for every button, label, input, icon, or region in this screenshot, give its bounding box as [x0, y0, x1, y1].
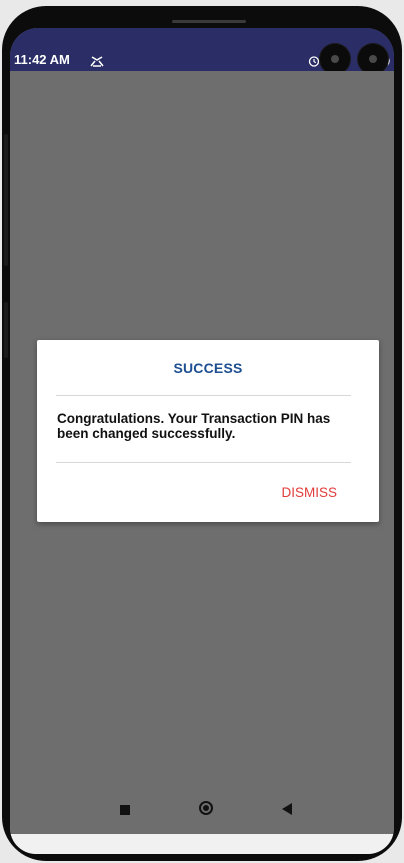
- front-camera-icon: [320, 44, 350, 74]
- alarm-icon: [308, 54, 320, 67]
- navigation-bar: [10, 788, 394, 834]
- status-time: 11:42 AM: [14, 52, 70, 67]
- volume-button: [4, 134, 8, 266]
- dialog-divider: [56, 395, 351, 396]
- phone-frame: 11:42 AM SUCCESS Congratulations. Your T…: [2, 6, 402, 861]
- recent-apps-icon[interactable]: [120, 805, 130, 815]
- dialog-message: Congratulations. Your Transaction PIN ha…: [57, 411, 331, 441]
- camera-cutout: [320, 44, 390, 74]
- dialog-divider: [56, 462, 351, 463]
- bottom-bezel-strip: [10, 834, 394, 854]
- success-dialog: SUCCESS Congratulations. Your Transactio…: [37, 340, 379, 522]
- notification-icon: [90, 54, 104, 67]
- power-button: [4, 302, 8, 358]
- dismiss-button[interactable]: DISMISS: [281, 485, 337, 500]
- device-screen: 11:42 AM SUCCESS Congratulations. Your T…: [10, 28, 394, 854]
- earpiece-speaker: [172, 20, 246, 23]
- back-icon[interactable]: [282, 803, 292, 815]
- front-camera-icon: [358, 44, 388, 74]
- dialog-title: SUCCESS: [173, 360, 243, 376]
- home-icon[interactable]: [199, 801, 213, 815]
